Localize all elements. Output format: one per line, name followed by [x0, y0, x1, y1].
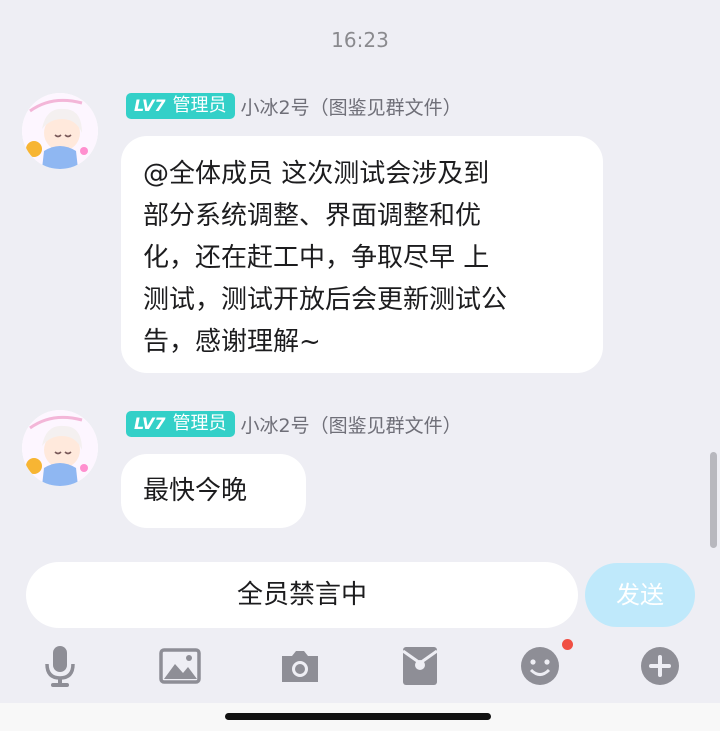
level-label: LV7 [134, 96, 166, 115]
sender-row: LV7 管理员 小冰2号（图鉴见群文件） [126, 92, 462, 120]
sender-name[interactable]: 小冰2号（图鉴见群文件） [241, 411, 462, 438]
microphone-icon[interactable] [34, 640, 86, 692]
send-button[interactable]: 发送 [585, 563, 695, 627]
message-line: 部分系统调整、界面调整和优 [143, 201, 482, 231]
avatar[interactable] [22, 93, 98, 169]
message-bubble[interactable]: @全体成员 这次测试会涉及到 部分系统调整、界面调整和优 化，还在赶工中，争取尽… [121, 136, 603, 373]
scrollbar[interactable] [710, 452, 717, 548]
camera-icon[interactable] [274, 640, 326, 692]
message-line: 最快今晚 [143, 476, 248, 506]
message-input-disabled[interactable]: 全员禁言中 [26, 562, 578, 628]
input-toolbar [0, 639, 720, 692]
admin-badge: LV7 管理员 [126, 93, 235, 119]
message-timestamp: 16:23 [331, 28, 389, 52]
plus-icon[interactable] [634, 640, 686, 692]
avatar[interactable] [22, 410, 98, 486]
sender-row: LV7 管理员 小冰2号（图鉴见群文件） [126, 410, 462, 438]
message-line: 告，感谢理解~ [143, 327, 321, 357]
role-label: 管理员 [172, 95, 227, 116]
admin-badge: LV7 管理员 [126, 411, 235, 437]
image-icon[interactable] [154, 640, 206, 692]
home-indicator[interactable] [225, 713, 491, 720]
message-bubble[interactable]: 最快今晚 [121, 454, 306, 528]
level-label: LV7 [134, 414, 166, 433]
red-packet-icon[interactable] [394, 640, 446, 692]
sender-name[interactable]: 小冰2号（图鉴见群文件） [241, 93, 462, 120]
message-line: 测试，测试开放后会更新测试公 [143, 285, 508, 315]
message-line: @全体成员 这次测试会涉及到 [143, 159, 490, 189]
emoji-icon[interactable] [514, 640, 566, 692]
role-label: 管理员 [172, 413, 227, 434]
message-line: 化，还在赶工中，争取尽早 上 [143, 243, 490, 273]
notification-dot [562, 639, 573, 650]
